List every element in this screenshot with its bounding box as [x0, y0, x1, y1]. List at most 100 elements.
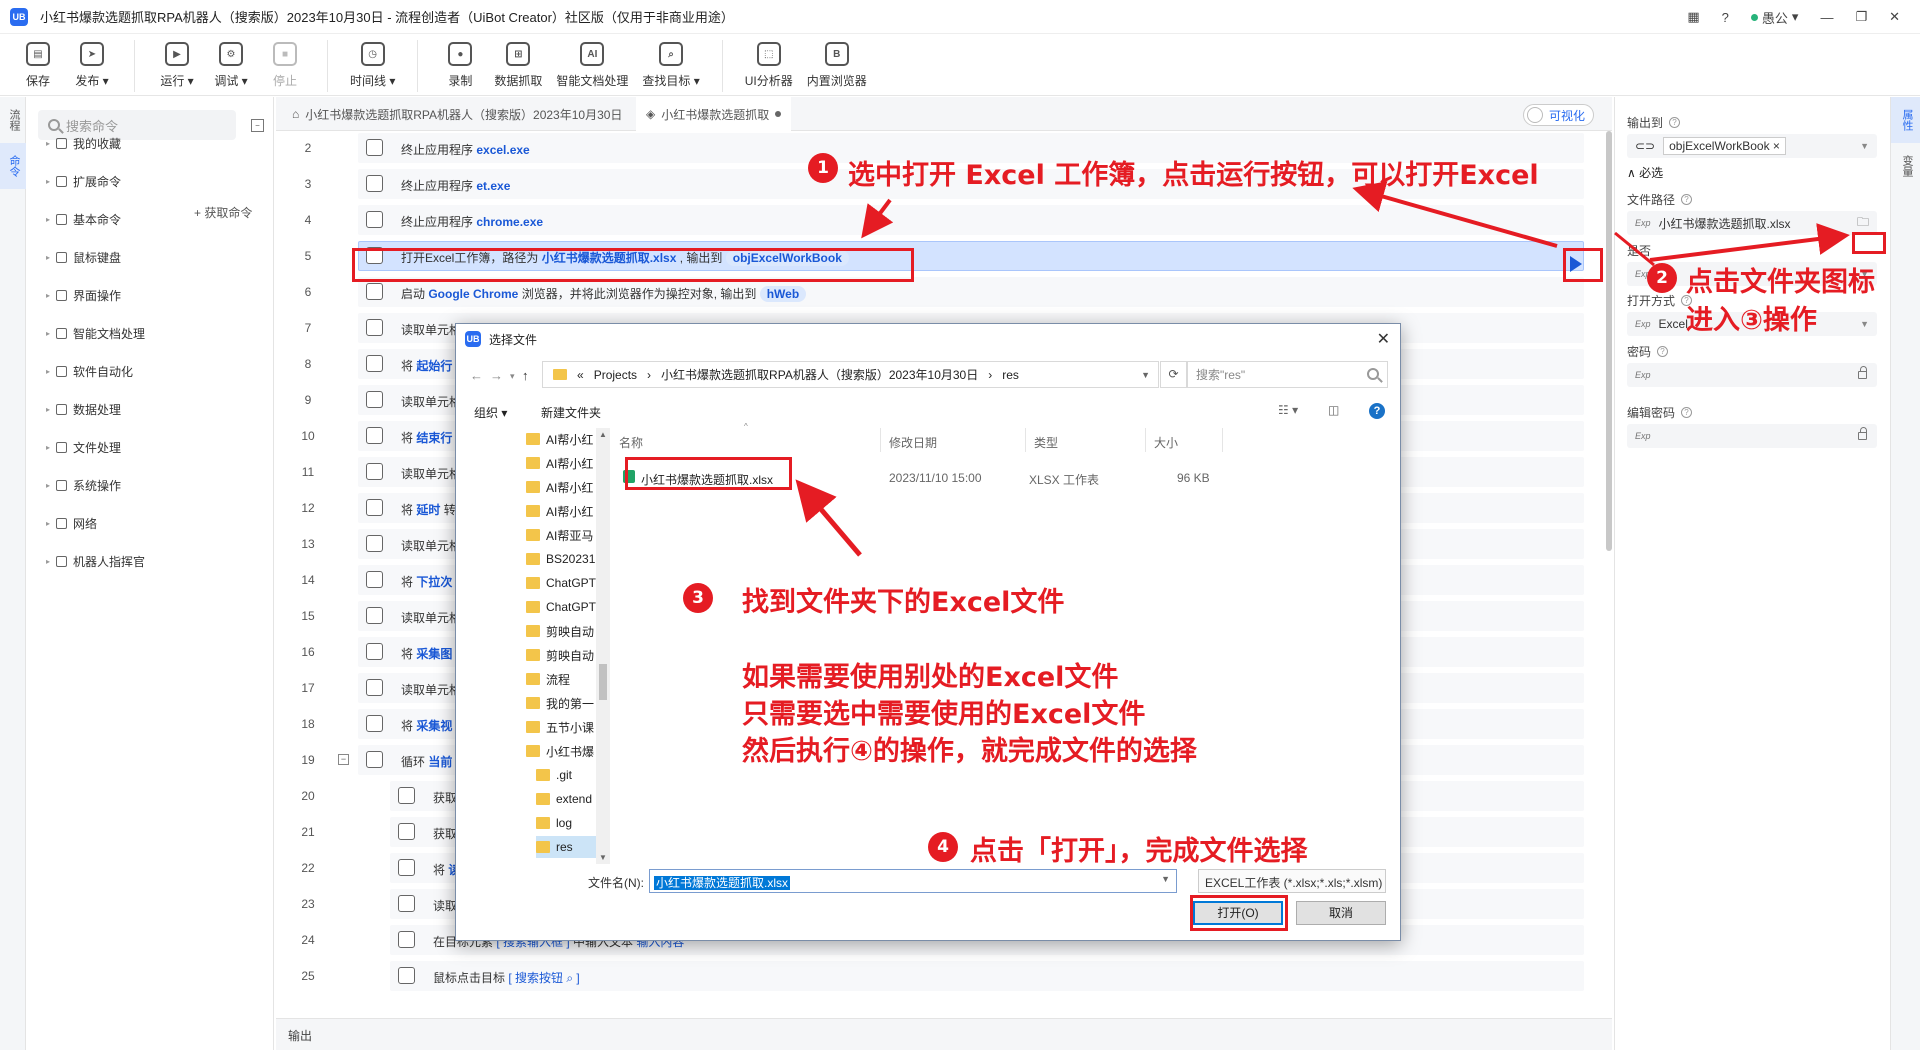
command-category[interactable]: ▸ 界面操作	[46, 287, 121, 304]
tab-properties[interactable]: 属性	[1891, 97, 1920, 143]
up-icon[interactable]: ↑	[522, 368, 529, 383]
tree-folder-item[interactable]: BS20231	[526, 548, 596, 570]
command-category[interactable]: ▸ 系统操作	[46, 477, 121, 494]
column-size[interactable]: 大小	[1146, 428, 1223, 452]
breadcrumb-segment[interactable]: ›	[988, 368, 992, 382]
output-to-field[interactable]: ⊂⊃ objExcelWorkBook × ▼	[1627, 134, 1877, 158]
toolbar-button-publish[interactable]: ➤ 发布 ▾	[72, 34, 112, 89]
expression-toggle[interactable]: Exp	[1635, 370, 1651, 380]
view-options-icon[interactable]: ☷ ▾	[1278, 403, 1298, 417]
file-type-select[interactable]: EXCEL工作表 (*.xlsx;*.xls;*.xlsm)	[1198, 869, 1386, 893]
required-section-toggle[interactable]: ∧ 必选	[1627, 164, 1663, 181]
back-icon[interactable]: ←	[470, 368, 483, 383]
command-category[interactable]: ▸ 基本命令	[46, 211, 121, 228]
toolbar-button-run[interactable]: ▶ 运行 ▾	[157, 34, 197, 89]
editor-scrollbar[interactable]	[1606, 131, 1612, 551]
organize-menu[interactable]: 组织 ▾	[474, 404, 507, 421]
command-category[interactable]: ▸ 网络	[46, 515, 97, 532]
close-button[interactable]: ✕	[1889, 9, 1900, 25]
breadcrumb-segment[interactable]: ›	[647, 368, 651, 382]
output-variable-tag[interactable]: objExcelWorkBook ×	[1663, 137, 1786, 155]
breadcrumb-segment[interactable]: res	[1002, 368, 1019, 382]
restore-button[interactable]: ❐	[1855, 9, 1867, 25]
toolbar-button-ai-doc[interactable]: AI 智能文档处理	[556, 34, 628, 89]
code-row[interactable]: 5 打开Excel工作簿，路径为 小红书爆款选题抓取.xlsx , 输出到 obj…	[276, 239, 1606, 273]
fold-toggle-icon[interactable]: −	[338, 754, 349, 765]
breadcrumb-segment[interactable]: 小红书爆款选题抓取RPA机器人（搜索版）2023年10月30日	[661, 366, 978, 383]
tree-folder-item[interactable]: AI帮小红	[526, 500, 596, 522]
command-category[interactable]: ▸ 数据处理	[46, 401, 121, 418]
tree-folder-item[interactable]: ChatGPT	[526, 596, 596, 618]
breadcrumb-segment[interactable]: Projects	[594, 368, 637, 382]
path-breadcrumb[interactable]: « Projects › 小红书爆款选题抓取RPA机器人（搜索版）2023年10月30…	[542, 361, 1159, 388]
refresh-icon[interactable]: ⟳	[1160, 361, 1187, 388]
folder-search-input[interactable]: 搜索"res"	[1187, 361, 1388, 388]
user-menu[interactable]: 愚公 ▾	[1750, 8, 1798, 27]
code-row[interactable]: 4 终止应用程序 chrome.exe	[276, 203, 1606, 237]
command-category[interactable]: ▸ 文件处理	[46, 439, 121, 456]
toolbar-button-ui-analyzer[interactable]: ⬚ UI分析器	[745, 34, 793, 89]
command-category[interactable]: ▸ 智能文档处理	[46, 325, 145, 342]
recent-chevron-icon[interactable]: ▾	[510, 371, 515, 382]
expression-toggle[interactable]: Exp	[1635, 319, 1651, 329]
tree-folder-item[interactable]: .git	[536, 764, 596, 786]
visualize-toggle[interactable]: 可视化	[1522, 104, 1594, 126]
tree-folder-item[interactable]: res	[536, 836, 596, 858]
tree-folder-item[interactable]: AI帮小红	[526, 428, 596, 450]
password-field[interactable]: Exp	[1627, 363, 1877, 387]
chevron-down-icon[interactable]: ▼	[1141, 370, 1150, 380]
column-name[interactable]: 名称	[611, 428, 881, 452]
toolbar-button-data-scrape[interactable]: ⊞ 数据抓取	[494, 34, 542, 89]
tree-folder-item[interactable]: AI帮小红	[526, 476, 596, 498]
filename-input[interactable]: 小红书爆款选题抓取.xlsx ▼	[649, 869, 1177, 893]
breadcrumb-segment[interactable]: «	[577, 368, 584, 382]
help-icon[interactable]: ?	[1369, 403, 1385, 419]
tree-folder-item[interactable]: 流程	[526, 668, 596, 690]
expression-toggle[interactable]: Exp	[1635, 218, 1651, 228]
folder-icon[interactable]: 🗀	[1857, 213, 1869, 234]
tree-folder-item[interactable]: AI帮亚马	[526, 524, 596, 546]
command-category[interactable]: ▸ 我的收藏	[46, 135, 121, 152]
tab-flow[interactable]: 流程	[0, 97, 28, 143]
toolbar-button-save[interactable]: ▤ 保存	[18, 34, 58, 89]
tree-folder-item[interactable]: extend	[536, 788, 596, 810]
file-path-field[interactable]: Exp 小红书爆款选题抓取.xlsx 🗀	[1627, 211, 1877, 235]
cancel-button[interactable]: 取消	[1296, 901, 1386, 925]
tree-scroll-thumb[interactable]	[599, 664, 607, 700]
tree-folder-item[interactable]: 剪映自动	[526, 644, 596, 666]
command-category[interactable]: ▸ 鼠标键盘	[46, 249, 121, 266]
toolbar-button-record[interactable]: ● 录制	[440, 34, 480, 89]
open-button[interactable]: 打开(O)	[1193, 901, 1283, 925]
tree-scrollbar[interactable]: ▲ ▼	[596, 428, 610, 864]
chevron-down-icon[interactable]: ▼	[1161, 874, 1170, 884]
scroll-down-icon[interactable]: ▼	[599, 853, 607, 862]
tree-folder-item[interactable]: 我的第一	[526, 692, 596, 714]
code-row[interactable]: 6 启动 Google Chrome 浏览器，并将此浏览器作为操控对象, 输出到 …	[276, 275, 1606, 309]
code-row[interactable]: 25 鼠标点击目标 [ 搜索按钮 ⌕ ]	[276, 959, 1606, 993]
collapse-all-icon[interactable]: −	[251, 119, 264, 132]
toolbar-button-clock[interactable]: ◷ 时间线 ▾	[350, 34, 395, 89]
tab-sub-flow[interactable]: ◈ 小红书爆款选题抓取	[636, 97, 792, 131]
get-command-button[interactable]: + 获取命令	[194, 204, 252, 221]
command-category[interactable]: ▸ 扩展命令	[46, 173, 121, 190]
tree-folder-item[interactable]: ChatGPT	[526, 572, 596, 594]
toolbar-button-debug[interactable]: ⚙ 调试 ▾	[211, 34, 251, 89]
tree-folder-item[interactable]: 剪映自动	[526, 620, 596, 642]
tree-folder-item[interactable]: 小红书爆	[526, 740, 596, 762]
toolbar-button-find-target[interactable]: ⌕ 查找目标 ▾	[642, 34, 700, 89]
new-folder-button[interactable]: 新建文件夹	[541, 404, 601, 421]
tab-commands[interactable]: 命令	[0, 143, 28, 189]
command-category[interactable]: ▸ 机器人指挥官	[46, 553, 145, 570]
forward-icon[interactable]: →	[490, 368, 503, 383]
column-date[interactable]: 修改日期	[881, 428, 1026, 452]
grid-icon[interactable]: ▦	[1687, 9, 1699, 25]
run-line-icon[interactable]	[1570, 256, 1582, 272]
tree-folder-item[interactable]: AI帮小红	[526, 452, 596, 474]
command-category[interactable]: ▸ 软件自动化	[46, 363, 133, 380]
tab-main-flow[interactable]: ⌂ 小红书爆款选题抓取RPA机器人（搜索版）2023年10月30日	[282, 97, 632, 131]
scroll-up-icon[interactable]: ▲	[599, 430, 607, 439]
minimize-button[interactable]: —	[1820, 10, 1833, 25]
file-row[interactable]: 小红书爆款选题抓取.xlsx 2023/11/10 15:00 XLSX 工作表…	[619, 466, 1239, 490]
close-icon[interactable]: ✕	[1377, 329, 1390, 349]
tree-folder-item[interactable]: log	[536, 812, 596, 834]
